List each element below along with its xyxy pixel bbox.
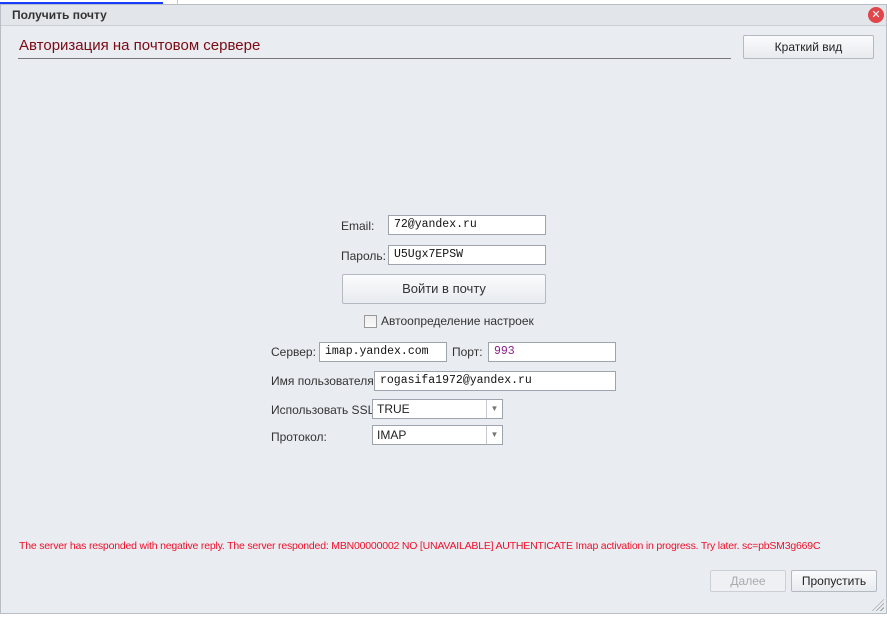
heading-divider (18, 58, 731, 59)
autodetect-label: Автоопределение настроек (381, 314, 534, 328)
port-label: Порт: (452, 345, 483, 359)
close-icon[interactable]: ✕ (868, 7, 884, 23)
server-field[interactable]: imap.yandex.com (319, 342, 447, 362)
page-title: Авторизация на почтовом сервере (19, 37, 261, 54)
window-title: Получить почту (12, 8, 107, 22)
username-label: Имя пользователя: (271, 374, 378, 388)
username-field[interactable]: rogasifa1972@yandex.ru (374, 371, 616, 391)
password-label: Пароль: (341, 249, 386, 263)
login-button[interactable]: Войти в почту (342, 274, 546, 304)
autodetect-checkbox[interactable] (364, 315, 377, 328)
next-button[interactable]: Далее (710, 570, 786, 592)
skip-button[interactable]: Пропустить (791, 570, 877, 592)
port-field[interactable]: 993 (488, 342, 616, 362)
ssl-value: TRUE (377, 402, 410, 416)
protocol-select[interactable]: IMAP ▼ (372, 425, 503, 445)
email-field[interactable]: 72@yandex.ru (388, 215, 546, 235)
email-label: Email: (341, 219, 375, 233)
ssl-label: Использовать SSL: (271, 403, 378, 417)
protocol-label: Протокол: (271, 430, 327, 444)
error-message: The server has responded with negative r… (19, 540, 821, 552)
ssl-select[interactable]: TRUE ▼ (372, 399, 503, 419)
title-bar: Получить почту ✕ (1, 5, 886, 26)
chevron-down-icon[interactable]: ▼ (486, 426, 502, 444)
short-view-button[interactable]: Краткий вид (743, 35, 874, 59)
password-field[interactable]: U5Ugx7EPSW (388, 245, 546, 265)
server-label: Сервер: (271, 345, 316, 359)
protocol-value: IMAP (377, 428, 407, 442)
get-mail-dialog: Получить почту ✕ Авторизация на почтовом… (0, 4, 887, 614)
chevron-down-icon[interactable]: ▼ (486, 400, 502, 418)
resize-grip-icon[interactable] (872, 599, 884, 611)
